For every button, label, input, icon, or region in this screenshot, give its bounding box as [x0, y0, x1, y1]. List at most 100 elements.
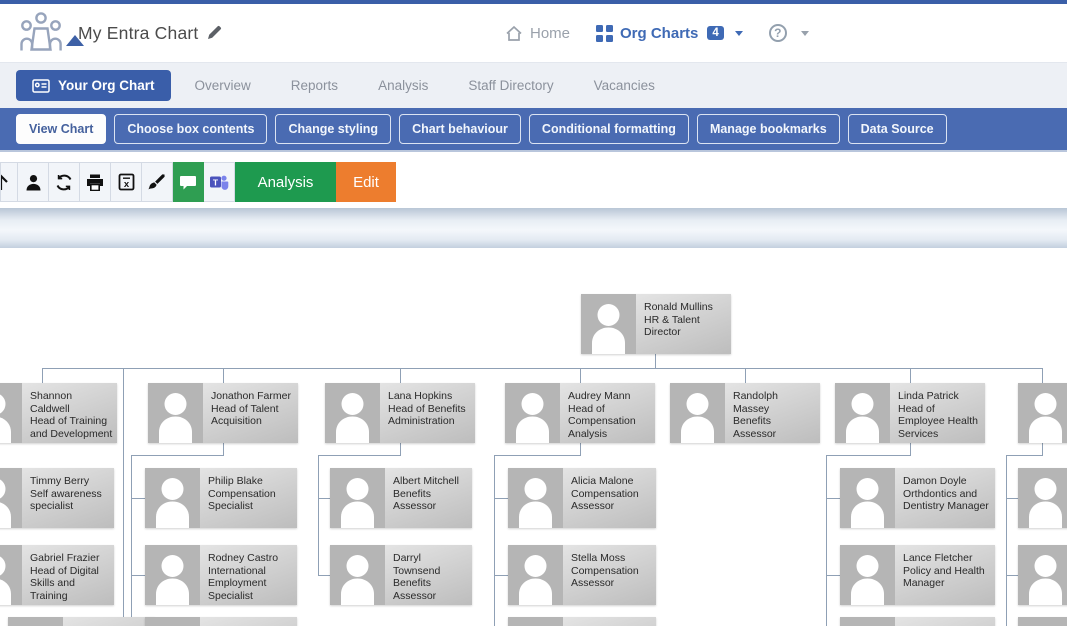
- tab-reports[interactable]: Reports: [275, 70, 354, 101]
- org-charts-count-badge: 4: [707, 26, 723, 40]
- org-node-name: Randolph Massey: [733, 390, 816, 415]
- org-node-title: Head of Training and Development: [30, 415, 113, 440]
- connector-line: [826, 455, 911, 456]
- connector-line: [131, 498, 145, 499]
- org-node-text: Darryl TownsendBenefits Assessor: [385, 545, 472, 605]
- org-node-title: Compensation Assessor: [571, 565, 652, 590]
- avatar: [330, 468, 385, 528]
- org-node-text: [563, 617, 656, 626]
- edit-button[interactable]: Edit: [336, 162, 396, 202]
- org-chart-canvas[interactable]: Ronald MullinsHR & Talent Director Shanno…: [0, 248, 1067, 626]
- conditional-formatting-button[interactable]: Conditional formatting: [529, 114, 689, 144]
- org-node-linda-patrick[interactable]: Linda PatrickHead of Employee Health Ser…: [835, 383, 985, 443]
- org-node-name: Jonathon Farmer: [211, 390, 294, 403]
- org-node-philip-blake[interactable]: Philip BlakeCompensation Specialist: [145, 468, 297, 528]
- connector-line: [131, 455, 224, 456]
- tab-vacancies[interactable]: Vacancies: [578, 70, 671, 101]
- paintbrush-icon[interactable]: [142, 162, 173, 202]
- analysis-button[interactable]: Analysis: [235, 162, 336, 202]
- grid-icon: [596, 25, 613, 42]
- avatar: [581, 294, 636, 354]
- org-node[interactable]: [145, 617, 297, 626]
- org-node-ronald-mullins[interactable]: Ronald MullinsHR & Talent Director: [581, 294, 731, 354]
- org-node-text: Linda PatrickHead of Employee Health Ser…: [890, 383, 985, 443]
- org-node-title: Compensation Specialist: [208, 488, 293, 513]
- org-node-lance-fletcher[interactable]: Lance FletcherPolicy and Health Manager: [840, 545, 995, 605]
- connector-line: [826, 498, 840, 499]
- upload-icon[interactable]: [0, 162, 18, 202]
- org-node-gabriel-frazier[interactable]: Gabriel FrazierHead of Digital Skills an…: [0, 545, 114, 605]
- org-node-text: Lana HopkinsHead of Benefits Administrat…: [380, 383, 475, 443]
- connector-line: [494, 455, 581, 456]
- org-node-text: Philip BlakeCompensation Specialist: [200, 468, 297, 528]
- choose-box-contents-button[interactable]: Choose box contents: [114, 114, 267, 144]
- home-icon: [505, 25, 523, 42]
- org-node-audrey-mann[interactable]: Audrey MannHead of Compensation Analysis: [505, 383, 655, 443]
- org-node-shannon-caldwell[interactable]: Shannon CaldwellHead of Training and Dev…: [0, 383, 117, 443]
- org-node[interactable]: [1018, 617, 1067, 626]
- collapsed-panel-band: [0, 208, 1067, 248]
- avatar: [145, 545, 200, 605]
- connector-line: [826, 455, 827, 626]
- org-charts-label: Org Charts: [620, 25, 698, 42]
- tab-staff-directory[interactable]: Staff Directory: [452, 70, 569, 101]
- manage-bookmarks-button[interactable]: Manage bookmarks: [697, 114, 840, 144]
- help-menu[interactable]: ?: [769, 24, 809, 42]
- tab-label: Analysis: [378, 78, 428, 93]
- active-tab-pointer: [66, 35, 84, 46]
- org-node-text: Lance FletcherPolicy and Health Manager: [895, 545, 995, 605]
- org-node-darryl-townsend[interactable]: Darryl TownsendBenefits Assessor: [330, 545, 472, 605]
- connector-line: [910, 443, 911, 455]
- edit-title-pencil-icon[interactable]: [206, 25, 222, 41]
- app-window: My Entra Chart Home Org Charts 4: [0, 0, 1067, 626]
- org-node-alicia-malone[interactable]: Alicia MaloneCompensation Assessor: [508, 468, 656, 528]
- tab-your-org-chart[interactable]: Your Org Chart: [16, 70, 171, 101]
- org-charts-link[interactable]: Org Charts 4: [596, 25, 743, 42]
- chat-icon[interactable]: [173, 162, 204, 202]
- view-chart-button[interactable]: View Chart: [16, 114, 106, 144]
- connector-line: [910, 368, 911, 383]
- data-source-button[interactable]: Data Source: [848, 114, 947, 144]
- org-node-timmy-berry[interactable]: Timmy BerrySelf awareness specialist: [0, 468, 114, 528]
- home-link[interactable]: Home: [505, 25, 570, 42]
- org-node-lana-hopkins[interactable]: Lana HopkinsHead of Benefits Administrat…: [325, 383, 475, 443]
- connector-line: [1042, 368, 1043, 383]
- org-node-rodney-castro[interactable]: Rodney CastroInternational Employment Sp…: [145, 545, 297, 605]
- org-node-name: Lana Hopkins: [388, 390, 471, 403]
- org-node-albert-mitchell[interactable]: Albert MitchellBenefits Assessor: [330, 468, 472, 528]
- org-node[interactable]: [1018, 383, 1067, 443]
- excel-export-icon[interactable]: x: [111, 162, 142, 202]
- org-node-damon-doyle[interactable]: Damon DoyleOrthdontics and Dentistry Man…: [840, 468, 995, 528]
- org-node[interactable]: [1018, 468, 1067, 528]
- print-icon[interactable]: [80, 162, 111, 202]
- avatar: [1018, 545, 1067, 605]
- org-node-text: Jonathon FarmerHead of Talent Acquisitio…: [203, 383, 298, 443]
- org-node-title: Policy and Health Manager: [903, 565, 991, 590]
- org-node[interactable]: [508, 617, 656, 626]
- refresh-icon[interactable]: [49, 162, 80, 202]
- tab-label: Your Org Chart: [58, 78, 155, 93]
- connector-line: [223, 443, 224, 455]
- connector-line: [131, 575, 145, 576]
- page-title: My Entra Chart: [78, 23, 198, 44]
- org-node-randolph-massey[interactable]: Randolph MasseyBenefits Assessor: [670, 383, 820, 443]
- org-chart-card-icon: [32, 79, 50, 93]
- org-node[interactable]: [1018, 545, 1067, 605]
- org-node-jonathon-farmer[interactable]: Jonathon FarmerHead of Talent Acquisitio…: [148, 383, 298, 443]
- tab-analysis[interactable]: Analysis: [362, 70, 444, 101]
- change-styling-button[interactable]: Change styling: [275, 114, 391, 144]
- org-node[interactable]: [8, 617, 155, 626]
- org-node-name: Rodney Castro: [208, 552, 293, 565]
- org-node-stella-moss[interactable]: Stella MossCompensation Assessor: [508, 545, 656, 605]
- tab-label: Vacancies: [594, 78, 655, 93]
- avatar: [840, 545, 895, 605]
- org-node-name: Stella Moss: [571, 552, 652, 565]
- org-node-name: Lance Fletcher: [903, 552, 991, 565]
- org-node-title: Head of Compensation Analysis: [568, 403, 651, 441]
- org-node[interactable]: [840, 617, 995, 626]
- person-icon[interactable]: [18, 162, 49, 202]
- teams-icon[interactable]: T: [204, 162, 235, 202]
- avatar: [8, 617, 63, 626]
- chart-behaviour-button[interactable]: Chart behaviour: [399, 114, 521, 144]
- tab-overview[interactable]: Overview: [179, 70, 267, 101]
